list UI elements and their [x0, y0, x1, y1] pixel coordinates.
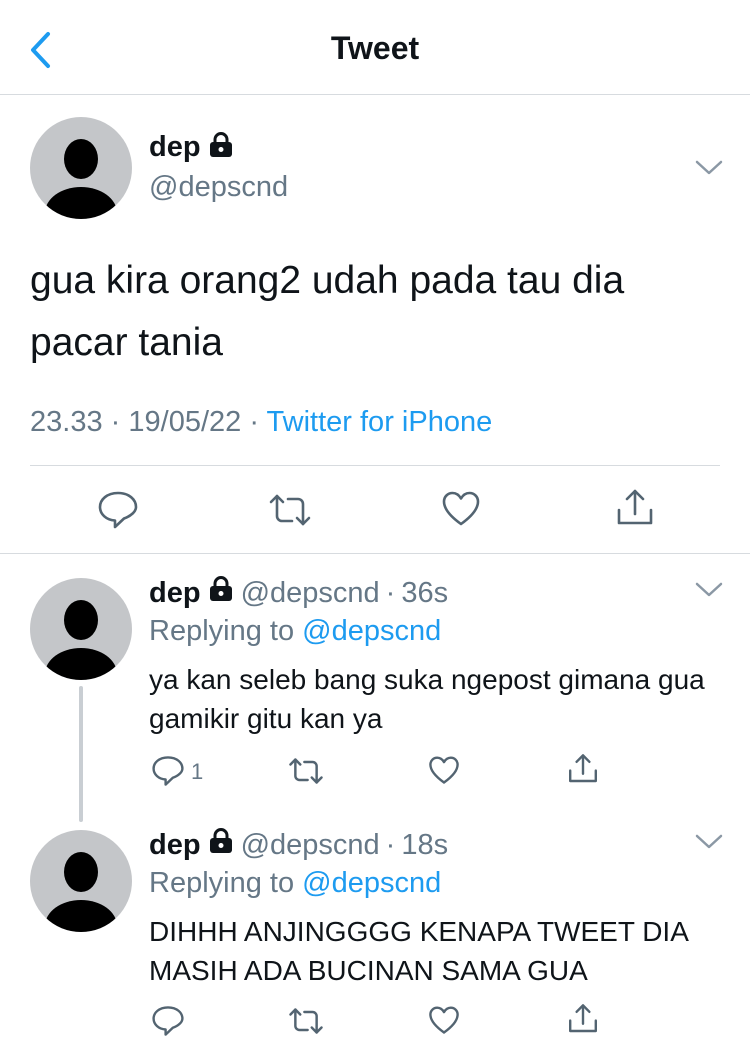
author-handle[interactable]: @depscnd	[241, 577, 380, 610]
tweet-source-link[interactable]: Twitter for iPhone	[267, 406, 493, 438]
share-icon[interactable]	[567, 1003, 599, 1035]
author-name[interactable]: dep	[149, 131, 201, 164]
lock-icon	[209, 132, 233, 163]
retweet-icon[interactable]	[288, 1006, 324, 1036]
share-icon[interactable]	[615, 488, 655, 528]
meta-separator: ·	[110, 406, 121, 438]
divider	[30, 465, 720, 466]
reply-age: 18s	[401, 828, 449, 861]
author-name[interactable]: dep	[149, 577, 201, 610]
meta-separator: ·	[249, 406, 259, 438]
heart-icon[interactable]	[428, 755, 460, 786]
tweet-time: 23.33	[30, 406, 103, 438]
author-row: dep	[149, 131, 233, 164]
lock-icon	[209, 576, 233, 610]
page-title: Tweet	[330, 30, 420, 66]
reply-icon[interactable]	[151, 755, 185, 787]
chevron-down-icon[interactable]	[694, 832, 724, 852]
reply-header: dep @depscnd · 36s	[149, 576, 448, 610]
reply-text: ya kan seleb bang suka ngepost gimana gu…	[149, 664, 705, 734]
avatar[interactable]	[30, 578, 132, 680]
reply-text: DIHHH ANJINGGGG KENAPA TWEET DIA MASIH A…	[149, 916, 688, 986]
tweet-text: gua kira orang2 udah pada tau dia pacar …	[30, 259, 625, 364]
chevron-down-icon[interactable]	[694, 580, 724, 600]
replying-to-mention[interactable]: @depscnd	[302, 615, 441, 647]
reply-age: 36s	[401, 576, 449, 609]
chevron-down-icon[interactable]	[694, 158, 724, 178]
default-profile-icon	[45, 852, 117, 932]
author-handle[interactable]: @depscnd	[241, 829, 380, 862]
replying-to: Replying to @depscnd	[149, 615, 441, 648]
meta-separator: ·	[385, 828, 396, 861]
retweet-icon[interactable]	[288, 756, 324, 786]
tweet-meta: 23.33 · 19/05/22 · Twitter for iPhone	[30, 406, 492, 439]
avatar[interactable]	[30, 117, 132, 219]
tweet-date: 19/05/22	[128, 406, 242, 438]
default-profile-icon	[45, 600, 117, 680]
replying-to-label: Replying to	[149, 615, 295, 647]
share-icon[interactable]	[567, 753, 599, 785]
heart-icon[interactable]	[441, 490, 481, 528]
avatar[interactable]	[30, 830, 132, 932]
tweet-actions	[0, 486, 750, 534]
meta-separator: ·	[385, 576, 396, 609]
reply-icon[interactable]	[151, 1005, 185, 1037]
thread-connector-line	[79, 686, 83, 822]
replying-to: Replying to @depscnd	[149, 867, 441, 900]
author-name[interactable]: dep	[149, 829, 201, 862]
replying-to-label: Replying to	[149, 867, 295, 899]
replying-to-mention[interactable]: @depscnd	[302, 867, 441, 899]
author-handle[interactable]: @depscnd	[149, 171, 288, 204]
heart-icon[interactable]	[428, 1005, 460, 1036]
nav-bar: Tweet	[0, 0, 750, 95]
divider	[0, 553, 750, 554]
reply-header: dep @depscnd · 18s	[149, 828, 448, 862]
reply-count: 1	[191, 759, 204, 784]
retweet-icon[interactable]	[268, 492, 312, 528]
lock-icon	[209, 828, 233, 862]
default-profile-icon	[45, 139, 117, 219]
reply-icon[interactable]	[97, 490, 139, 530]
